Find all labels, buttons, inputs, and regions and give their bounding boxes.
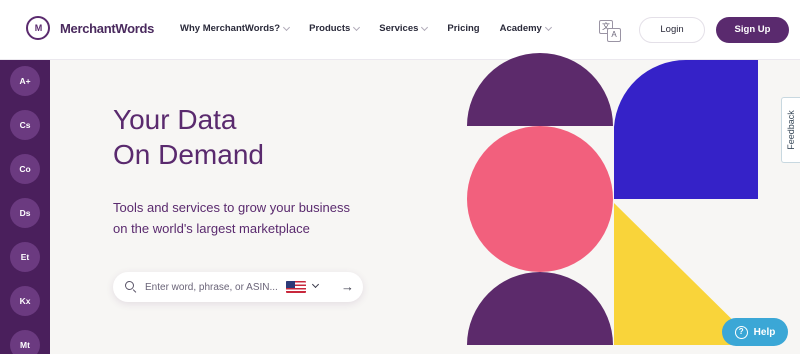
signup-button[interactable]: Sign Up — [716, 17, 789, 43]
sidebar-item-ds[interactable]: Ds — [10, 198, 40, 228]
purple-half-circle-bottom — [467, 272, 613, 345]
pink-circle — [467, 126, 613, 272]
arrow-right-icon[interactable]: → — [341, 280, 354, 294]
keyword-search-bar: → — [113, 272, 363, 302]
brand-logo[interactable]: M MerchantWords — [26, 16, 154, 40]
chevron-down-icon — [353, 23, 361, 31]
sidebar-item-kx[interactable]: Kx — [10, 286, 40, 316]
login-button[interactable]: Login — [639, 17, 705, 43]
sidebar-item-a-plus[interactable]: A+ — [10, 66, 40, 96]
chevron-down-icon[interactable] — [311, 280, 320, 289]
hero-title-line-1: Your Data — [113, 104, 237, 135]
hero-subtitle-line-1: Tools and services to grow your business — [113, 200, 351, 215]
sidebar-item-co[interactable]: Co — [10, 154, 40, 184]
sidebar-item-cs[interactable]: Cs — [10, 110, 40, 140]
nav-services[interactable]: Services — [379, 23, 429, 34]
merchantwords-logo-icon: M — [26, 16, 50, 40]
help-label: Help — [753, 326, 776, 338]
search-input[interactable] — [145, 279, 285, 295]
nav-label: Services — [379, 23, 419, 34]
purple-half-circle-top — [467, 53, 613, 126]
hero-title-line-2: On Demand — [113, 139, 264, 170]
chevron-down-icon — [283, 23, 291, 31]
sidebar-item-et[interactable]: Et — [10, 242, 40, 272]
us-flag-icon[interactable] — [286, 281, 306, 293]
hero-title: Your Data On Demand — [113, 102, 413, 172]
nav-products[interactable]: Products — [309, 23, 361, 34]
nav-label: Academy — [499, 23, 542, 34]
chevron-down-icon — [544, 23, 552, 31]
translate-glyph-b: A — [607, 28, 621, 42]
search-icon — [125, 281, 134, 290]
feedback-tab[interactable]: Feedback — [781, 97, 800, 163]
question-circle-icon: ? — [734, 325, 748, 339]
nav-academy[interactable]: Academy — [499, 23, 552, 34]
nav-why-merchantwords[interactable]: Why MerchantWords? — [180, 23, 291, 34]
nav-label: Products — [309, 23, 351, 34]
left-sidebar: A+ Cs Co Ds Et Kx Mt — [0, 60, 50, 354]
sidebar-item-mt[interactable]: Mt — [10, 330, 40, 354]
help-button[interactable]: ? Help — [722, 318, 788, 346]
hero-subtitle: Tools and services to grow your business… — [113, 197, 383, 239]
brand-name: MerchantWords — [60, 20, 155, 36]
nav-label: Why MerchantWords? — [180, 23, 281, 34]
chevron-down-icon — [421, 23, 429, 31]
translate-icon[interactable]: 文 A — [599, 20, 625, 42]
blue-quarter-circle — [614, 59, 758, 199]
feedback-label: Feedback — [786, 110, 796, 150]
main-nav: Why MerchantWords? Products Services Pri… — [180, 23, 571, 34]
nav-pricing[interactable]: Pricing — [447, 23, 479, 34]
hero-subtitle-line-2: on the world's largest marketplace — [113, 221, 310, 236]
top-header: M MerchantWords Why MerchantWords? Produ… — [0, 0, 800, 60]
nav-label: Pricing — [447, 23, 480, 34]
